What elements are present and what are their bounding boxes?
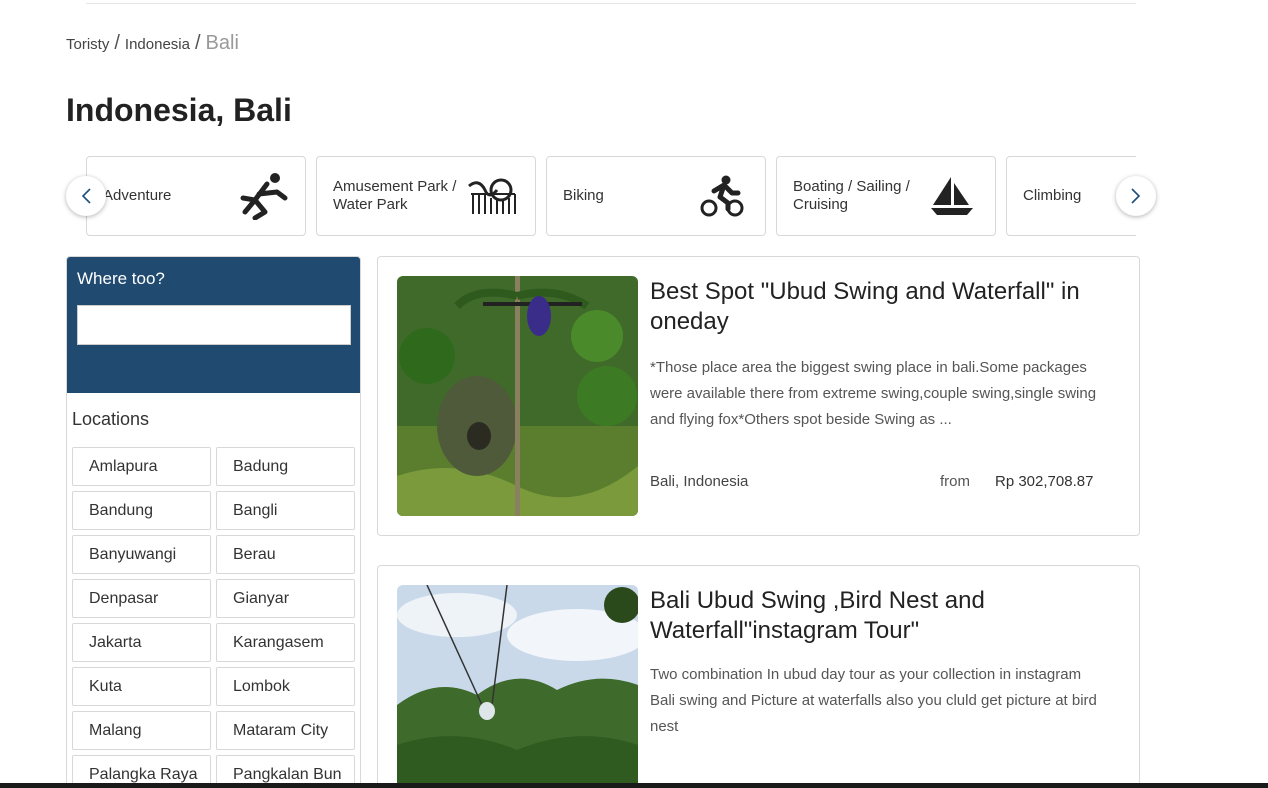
- carousel-prev-button[interactable]: [66, 176, 106, 216]
- location-button[interactable]: Lombok: [216, 667, 355, 706]
- tour-description: Two combination In ubud day tour as your…: [650, 666, 1097, 735]
- rollercoaster-icon: [465, 171, 519, 221]
- location-button[interactable]: Mataram City: [216, 711, 355, 750]
- category-card-amusement-park[interactable]: Amusement Park / Water Park: [316, 156, 536, 236]
- breadcrumb-country-link[interactable]: Indonesia: [125, 36, 190, 53]
- category-label: Biking: [563, 187, 604, 204]
- location-button[interactable]: Karangasem: [216, 623, 355, 662]
- breadcrumb: Toristy / Indonesia / Bali: [66, 32, 239, 55]
- category-label: Boating / Sailing / Cruising: [793, 178, 910, 213]
- category-carousel: Adventure Amusement Park / Water Park Bi…: [86, 156, 1136, 236]
- chevron-right-icon: [1131, 188, 1141, 204]
- category-card-adventure[interactable]: Adventure: [86, 156, 306, 236]
- breadcrumb-separator: /: [114, 32, 120, 54]
- cyclist-icon: [695, 171, 749, 221]
- destination-search-input[interactable]: [77, 305, 351, 345]
- tour-title-link[interactable]: Best Spot "Ubud Swing and Waterfall" in …: [650, 277, 1110, 337]
- tour-card[interactable]: Best Spot "Ubud Swing and Waterfall" in …: [377, 256, 1140, 536]
- category-label: Adventure: [103, 187, 172, 204]
- tour-thumbnail[interactable]: [397, 276, 638, 516]
- tour-price: Rp 302,708.87: [995, 473, 1094, 490]
- location-button[interactable]: Malang: [72, 711, 211, 750]
- category-card-biking[interactable]: Biking: [546, 156, 766, 236]
- location-button[interactable]: Gianyar: [216, 579, 355, 618]
- breadcrumb-separator: /: [194, 32, 201, 54]
- skydiver-icon: [235, 171, 289, 221]
- locations-grid: Amlapura Badung Bandung Bangli Banyuwang…: [72, 447, 360, 788]
- top-divider: [86, 3, 1136, 4]
- location-button[interactable]: Bangli: [216, 491, 355, 530]
- locations-heading: Locations: [72, 409, 150, 429]
- page-title: Indonesia, Bali: [66, 92, 292, 128]
- tour-title-link[interactable]: Bali Ubud Swing ,Bird Nest and Waterfall…: [650, 586, 1110, 646]
- carousel-next-button[interactable]: [1116, 176, 1156, 216]
- breadcrumb-current: Bali: [205, 32, 239, 54]
- sailboat-icon: [925, 171, 979, 221]
- category-label: Climbing: [1023, 187, 1082, 204]
- breadcrumb-home-link[interactable]: Toristy: [66, 36, 109, 53]
- filter-sidebar: Where too? Locations Amlapura Badung Ban…: [66, 256, 361, 788]
- location-button[interactable]: Denpasar: [72, 579, 211, 618]
- tour-thumbnail[interactable]: [397, 585, 638, 788]
- chevron-left-icon: [81, 188, 91, 204]
- location-button[interactable]: Banyuwangi: [72, 535, 211, 574]
- search-label: Where too?: [77, 269, 165, 288]
- category-card-boating[interactable]: Boating / Sailing / Cruising: [776, 156, 996, 236]
- destination-search-panel: Where too?: [67, 257, 360, 393]
- tour-card[interactable]: Bali Ubud Swing ,Bird Nest and Waterfall…: [377, 565, 1140, 788]
- location-button[interactable]: Amlapura: [72, 447, 211, 486]
- location-button[interactable]: Kuta: [72, 667, 211, 706]
- tour-description: *Those place area the biggest swing plac…: [650, 359, 1097, 428]
- location-button[interactable]: Badung: [216, 447, 355, 486]
- tour-price-prefix: from: [940, 473, 970, 490]
- location-button[interactable]: Berau: [216, 535, 355, 574]
- tour-location: Bali, Indonesia: [650, 473, 749, 490]
- category-label: Amusement Park / Water Park: [333, 178, 457, 213]
- bottom-edge-bar: [0, 783, 1268, 788]
- location-button[interactable]: Bandung: [72, 491, 211, 530]
- location-button[interactable]: Jakarta: [72, 623, 211, 662]
